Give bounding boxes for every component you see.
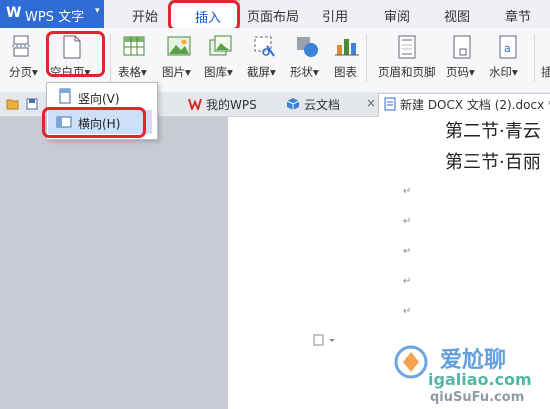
tab-page-layout[interactable]: 页面布局 — [247, 6, 299, 25]
wps-logo-icon — [188, 98, 202, 113]
chevron-down-icon: ▾ — [95, 6, 100, 16]
tab-cloud-docs[interactable]: 云文档 — [304, 96, 340, 113]
tab-chapter[interactable]: 章节 — [505, 6, 531, 25]
close-icon[interactable]: × — [366, 96, 376, 110]
gallery-button[interactable]: 图库▾ — [204, 64, 233, 80]
save-icon[interactable] — [26, 98, 38, 113]
tab-references[interactable]: 引用 — [322, 6, 348, 25]
shapes-button[interactable]: 形状▾ — [290, 64, 319, 80]
picture-icon[interactable] — [166, 35, 192, 60]
active-document-title: 新建 DOCX 文档 (2).docx * — [400, 98, 550, 112]
page-break-icon[interactable] — [10, 34, 34, 61]
wps-logo: W — [6, 5, 22, 21]
site-logo-icon — [394, 342, 428, 385]
shapes-icon[interactable] — [294, 34, 320, 61]
page-break-button[interactable]: 分页▾ — [9, 64, 38, 80]
paragraph-mark: ↵ — [403, 186, 412, 197]
chart-icon[interactable] — [334, 35, 360, 60]
tab-home[interactable]: 开始 — [132, 6, 158, 25]
chart-button[interactable]: 图表 — [334, 64, 357, 80]
tab-my-wps[interactable]: 我的WPS — [206, 96, 257, 113]
screenshot-icon[interactable] — [252, 34, 278, 61]
gallery-icon[interactable] — [208, 34, 234, 61]
ribbon-separator — [534, 34, 535, 82]
page-number-icon[interactable] — [450, 34, 474, 63]
paragraph-mark: ↵ — [403, 246, 412, 257]
menu-item-portrait[interactable]: 竖向(V) — [78, 90, 120, 107]
table-button[interactable]: 表格▾ — [118, 64, 147, 80]
app-name: WPS 文字 — [25, 10, 85, 25]
screenshot-button[interactable]: 截屏▾ — [247, 64, 276, 80]
doc-text-line: 第二节·青云 — [445, 121, 541, 142]
insert-more-button[interactable]: 插 — [541, 64, 550, 80]
highlight-ring-blank-page — [46, 31, 105, 77]
ribbon-separator — [110, 34, 111, 82]
highlight-ring-landscape — [42, 107, 146, 138]
open-folder-icon[interactable] — [6, 98, 20, 113]
app-menu-button[interactable]: W WPS 文字 ▾ — [0, 0, 104, 28]
ribbon-separator — [366, 34, 367, 82]
doc-text-line: 第三节·百丽 — [445, 152, 541, 173]
watermark-site: igaliao.com — [428, 370, 532, 389]
cloud-docs-icon — [286, 97, 300, 114]
portrait-icon — [58, 88, 72, 107]
paragraph-mark: ↵ — [403, 216, 412, 227]
workspace-background — [0, 117, 228, 409]
tab-view[interactable]: 视图 — [444, 6, 470, 25]
paragraph-mark: ↵ — [403, 306, 412, 317]
header-footer-button[interactable]: 页眉和页脚 — [378, 64, 436, 80]
table-icon[interactable] — [122, 35, 146, 60]
page-number-button[interactable]: 页码▾ — [446, 64, 475, 80]
paste-options-icon[interactable] — [313, 334, 335, 349]
picture-button[interactable]: 图片▾ — [162, 64, 191, 80]
watermark-icon[interactable]: a — [496, 34, 520, 63]
svg-text:a: a — [504, 42, 511, 55]
document-icon — [384, 97, 396, 114]
highlight-ring-insert-tab — [168, 0, 240, 31]
watermark-button[interactable]: 水印▾ — [489, 64, 518, 80]
paragraph-mark: ↵ — [403, 276, 412, 287]
watermark-bottom: qiuSuFu.com — [430, 390, 525, 405]
tab-review[interactable]: 审阅 — [384, 6, 410, 25]
header-footer-icon[interactable] — [395, 34, 419, 63]
